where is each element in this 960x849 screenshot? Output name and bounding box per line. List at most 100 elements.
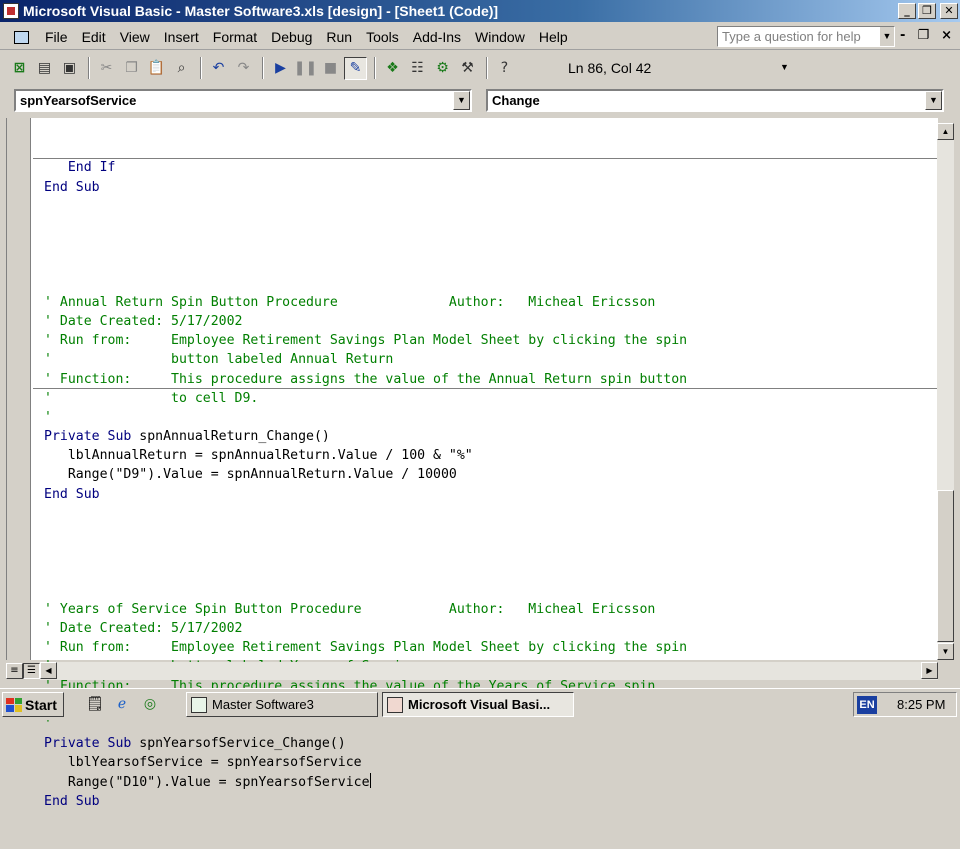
- run-icon[interactable]: ▶: [269, 57, 292, 80]
- horizontal-scrollbar[interactable]: ◀ ▶: [40, 662, 938, 680]
- code-line: ' Run from: Employee Retirement Savings …: [44, 331, 934, 350]
- code-line: lblYearsofService = spnYearsofService: [44, 753, 934, 772]
- window-controls: _ ❐ ✕: [898, 3, 958, 19]
- undo-icon[interactable]: ↶: [207, 57, 230, 80]
- code-comment: ' to cell D9.: [44, 390, 259, 406]
- ask-question-placeholder: Type a question for help: [722, 29, 861, 44]
- properties-window-icon[interactable]: ☷: [406, 57, 429, 80]
- close-button[interactable]: ✕: [940, 3, 958, 19]
- mdi-restore-button[interactable]: ❐: [917, 28, 929, 43]
- copy-icon[interactable]: ❐: [120, 57, 143, 80]
- code-text[interactable]: End If End Sub ' Annual Return Spin Butto…: [44, 120, 934, 849]
- code-line: ' Function: This procedure assigns the v…: [44, 370, 934, 389]
- clock: 8:25 PM: [897, 697, 946, 712]
- scroll-thumb[interactable]: [937, 490, 954, 642]
- code-identifier: spnAnnualReturn_Change(): [139, 429, 330, 445]
- scroll-left-button[interactable]: ◀: [40, 662, 57, 679]
- menu-view[interactable]: View: [113, 27, 157, 47]
- vba-app-icon[interactable]: [3, 3, 19, 19]
- menu-edit[interactable]: Edit: [75, 27, 113, 47]
- chevron-down-icon[interactable]: ▼: [453, 91, 470, 110]
- reset-icon[interactable]: ■: [319, 57, 342, 80]
- menu-window[interactable]: Window: [468, 27, 532, 47]
- toolbar-options-icon[interactable]: ▼: [780, 62, 789, 72]
- code-line: lblAnnualReturn = spnAnnualReturn.Value …: [44, 446, 934, 465]
- menu-add-ins[interactable]: Add-Ins: [406, 27, 468, 47]
- language-indicator[interactable]: EN: [857, 695, 877, 714]
- object-dropdown[interactable]: spnYearsofService ▼: [14, 89, 472, 112]
- menu-help[interactable]: Help: [532, 27, 575, 47]
- code-keyword: End If: [44, 160, 116, 176]
- redo-icon[interactable]: ↷: [232, 57, 255, 80]
- ask-question-input[interactable]: Type a question for help ▼: [717, 26, 895, 47]
- code-line: ' button labeled Annual Return: [44, 350, 934, 369]
- task-vba-label: Microsoft Visual Basi...: [408, 697, 551, 712]
- project-explorer-icon[interactable]: ❖: [381, 57, 404, 80]
- code-line: ' Date Created: 5/17/2002: [44, 312, 934, 331]
- find-icon[interactable]: ⌕: [170, 57, 193, 80]
- show-desktop-icon[interactable]: 🗒: [86, 695, 104, 713]
- taskbar: Start 🗒 ℯ ◎ Master Software3 Microsoft V…: [0, 688, 960, 720]
- menu-run[interactable]: Run: [319, 27, 359, 47]
- excel-icon: [191, 696, 207, 713]
- object-browser-icon[interactable]: ⚙: [431, 57, 454, 80]
- code-line: ' Date Created: 5/17/2002: [44, 619, 934, 638]
- cut-icon[interactable]: ✂: [95, 57, 118, 80]
- menu-bar: File Edit View Insert Format Debug Run T…: [0, 24, 960, 50]
- vertical-scrollbar[interactable]: ▲ ▼: [937, 123, 954, 660]
- text-cursor: [369, 772, 371, 788]
- mdi-close-button[interactable]: ×: [941, 28, 952, 43]
- design-mode-icon[interactable]: ✎: [344, 56, 367, 80]
- code-comment: ' Function: This procedure assigns the v…: [44, 371, 688, 387]
- scroll-down-button[interactable]: ▼: [937, 643, 954, 660]
- scroll-right-button[interactable]: ▶: [921, 662, 938, 679]
- vba-icon: [387, 696, 403, 713]
- full-module-view-icon[interactable]: ☰: [23, 663, 40, 679]
- margin-indicator-bar[interactable]: [7, 118, 31, 660]
- code-statement: Range("D9").Value = spnAnnualReturn.Valu…: [44, 467, 457, 483]
- code-comment: ' Date Created: 5/17/2002: [44, 621, 243, 637]
- break-icon[interactable]: ❚❚: [294, 57, 317, 80]
- start-button[interactable]: Start: [2, 692, 64, 717]
- task-excel[interactable]: Master Software3: [186, 692, 378, 717]
- minimize-button[interactable]: _: [898, 3, 916, 19]
- toolbar-separator: [88, 57, 90, 79]
- menu-tools[interactable]: Tools: [359, 27, 406, 47]
- title-bar: Microsoft Visual Basic - Master Software…: [0, 0, 960, 22]
- chevron-down-icon[interactable]: ▼: [925, 91, 942, 110]
- mdi-minimize-button[interactable]: -: [900, 28, 905, 43]
- scroll-up-button[interactable]: ▲: [937, 123, 954, 140]
- menu-insert[interactable]: Insert: [157, 27, 206, 47]
- procedure-dropdown[interactable]: Change ▼: [486, 89, 944, 112]
- code-comment: ': [44, 409, 52, 425]
- code-line: Private Sub spnAnnualReturn_Change(): [44, 427, 934, 446]
- code-line: Private Sub spnYearsofService_Change(): [44, 734, 934, 753]
- code-selectors: spnYearsofService ▼ Change ▼: [0, 86, 960, 116]
- menu-file[interactable]: File: [38, 27, 75, 47]
- code-statement: lblYearsofService = spnYearsofService: [44, 755, 362, 771]
- code-line: ': [44, 408, 934, 427]
- code-comment: ' Run from: Employee Retirement Savings …: [44, 640, 688, 656]
- code-window-icon[interactable]: [12, 28, 30, 46]
- restore-button[interactable]: ❐: [918, 3, 936, 19]
- view-excel-icon[interactable]: ⊠: [8, 57, 31, 80]
- toolbox-icon[interactable]: ⚒: [456, 57, 479, 80]
- insert-userform-icon[interactable]: ▤: [33, 57, 56, 80]
- procedure-view-icon[interactable]: ≡: [6, 663, 23, 679]
- chevron-down-icon[interactable]: ▼: [880, 27, 894, 46]
- help-icon[interactable]: ?: [493, 57, 516, 80]
- code-block-end-previous: End If End Sub: [44, 158, 934, 196]
- paste-icon[interactable]: 📋: [145, 57, 168, 80]
- outlook-express-icon[interactable]: ◎: [141, 695, 159, 713]
- code-editor[interactable]: End If End Sub ' Annual Return Spin Butto…: [6, 118, 941, 809]
- menu-format[interactable]: Format: [206, 27, 264, 47]
- code-line: ' Annual Return Spin Button Procedure Au…: [44, 293, 934, 312]
- save-icon[interactable]: ▣: [58, 57, 81, 80]
- code-identifier: spnYearsofService_Change(): [139, 736, 346, 752]
- toolbar-separator: [374, 57, 376, 79]
- code-block-annual-return: ' Annual Return Spin Button Procedure Au…: [44, 293, 934, 504]
- code-keyword: Private Sub: [44, 429, 140, 445]
- menu-debug[interactable]: Debug: [264, 27, 319, 47]
- task-vba[interactable]: Microsoft Visual Basi...: [382, 692, 574, 717]
- internet-explorer-icon[interactable]: ℯ: [113, 695, 131, 713]
